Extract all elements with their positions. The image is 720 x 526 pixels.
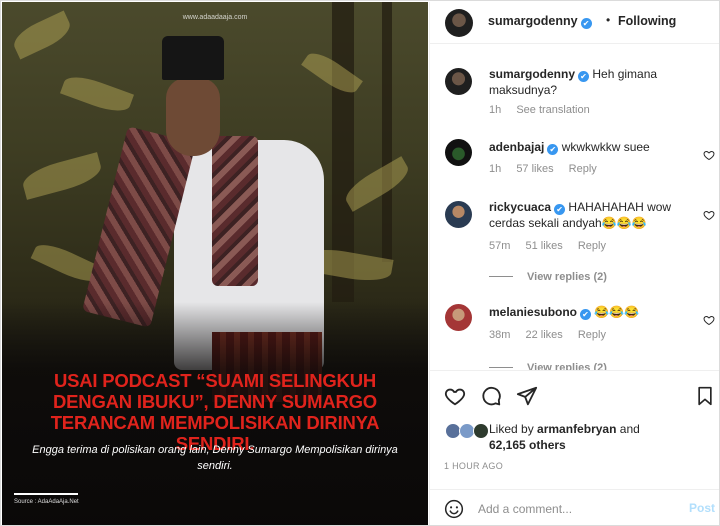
view-replies-button[interactable]: View replies (2) <box>489 271 607 283</box>
replies-dash <box>489 276 513 277</box>
instagram-post-window: www.adaadaaja.com USAI PODCAST “SUAMI SE… <box>0 0 720 526</box>
emoji-icon[interactable] <box>444 499 464 519</box>
add-comment-bar: Post <box>430 489 719 525</box>
leaf <box>19 152 105 200</box>
comment-meta: 1h See translation <box>489 104 602 116</box>
comment-likes[interactable]: 22 likes <box>525 329 562 341</box>
peci-hat <box>162 36 224 80</box>
heart-icon[interactable] <box>703 149 715 161</box>
share-icon[interactable] <box>516 385 538 407</box>
following-button[interactable]: Following <box>618 14 676 28</box>
comment-meta: 38m 22 likes Reply <box>489 329 618 341</box>
verified-badge-icon: ✔ <box>554 204 566 215</box>
leaf <box>60 70 134 118</box>
comment-body: adenbajaj ✔ wkwkwkkw suee <box>489 139 689 155</box>
comment-time: 38m <box>489 329 511 341</box>
avatar[interactable] <box>445 201 472 228</box>
liked-by-user[interactable]: armanfebryan <box>537 422 616 436</box>
comment-text: wkwkwkkw suee <box>561 140 650 154</box>
comment-time: 1h <box>489 104 502 116</box>
header-username[interactable]: sumargodenny ✔ <box>488 14 592 29</box>
verified-badge-icon: ✔ <box>578 71 590 82</box>
separator-dot: • <box>606 13 611 27</box>
comment-username[interactable]: sumargodenny <box>489 67 575 81</box>
reply-button[interactable]: Reply <box>578 240 606 252</box>
image-subline: Engga terima di polisikan orang lain, De… <box>32 444 398 472</box>
comment-username[interactable]: adenbajaj <box>489 140 544 154</box>
comment-icon[interactable] <box>480 385 502 407</box>
replies-dash <box>489 367 513 368</box>
verified-badge-icon: ✔ <box>580 309 592 320</box>
comment-input[interactable] <box>478 499 678 519</box>
post-actions: Liked by armanfebryan and 62,165 others … <box>430 370 719 479</box>
comment-likes[interactable]: 51 likes <box>525 240 562 252</box>
avatar[interactable] <box>445 68 472 95</box>
liker-avatar[interactable] <box>473 423 489 439</box>
post-comment-button[interactable]: Post <box>689 501 715 515</box>
comment-meta: 1h 57 likes Reply <box>489 163 609 175</box>
comment-time: 57m <box>489 240 511 252</box>
verified-badge-icon: ✔ <box>547 144 559 155</box>
face <box>166 78 220 156</box>
comment-meta: 57m 51 likes Reply <box>489 240 618 252</box>
view-replies-button[interactable]: View replies (2) <box>489 362 607 370</box>
bookmark-icon[interactable] <box>695 385 715 407</box>
comment-body: sumargodenny ✔ Heh gimana maksudnya? <box>489 66 689 98</box>
post-side-panel: sumargodenny ✔ • Following sumargodenny ✔ … <box>429 2 719 525</box>
comment-username[interactable]: rickycuaca <box>489 200 551 214</box>
likes-count[interactable]: 62,165 others <box>489 438 566 452</box>
source-divider <box>14 493 78 495</box>
avatar[interactable] <box>445 304 472 331</box>
comment-time: 1h <box>489 163 502 175</box>
comments-list[interactable]: sumargodenny ✔ Heh gimana maksudnya? 1h S… <box>430 45 719 370</box>
reply-button[interactable]: Reply <box>578 329 606 341</box>
comment-text: 😂😂😂 <box>594 305 640 319</box>
post-image[interactable]: www.adaadaaja.com USAI PODCAST “SUAMI SE… <box>2 2 428 525</box>
liked-by-summary: Liked by armanfebryan and 62,165 others <box>489 422 640 452</box>
heart-icon[interactable] <box>703 314 715 326</box>
verified-badge-icon: ✔ <box>580 18 592 29</box>
reply-button[interactable]: Reply <box>569 163 597 175</box>
avatar[interactable] <box>445 139 472 166</box>
comment-body: rickycuaca ✔ HAHAHAHAH wow cerdas sekali … <box>489 199 689 231</box>
post-header: sumargodenny ✔ • Following <box>430 2 719 44</box>
avatar[interactable] <box>445 9 473 37</box>
heart-icon[interactable] <box>703 209 715 221</box>
image-source: Source : AdaAdaAja.Net <box>14 499 79 505</box>
comment-body: melaniesubono ✔ 😂😂😂 <box>489 304 689 320</box>
comment-username[interactable]: melaniesubono <box>489 305 577 319</box>
tree-trunk <box>382 2 392 262</box>
like-heart-icon[interactable] <box>444 385 466 407</box>
plaid-scarf <box>212 136 258 286</box>
comment-likes[interactable]: 57 likes <box>516 163 553 175</box>
post-timestamp[interactable]: 1 HOUR AGO <box>444 461 503 471</box>
see-translation-link[interactable]: See translation <box>516 104 589 116</box>
image-watermark: www.adaadaaja.com <box>182 14 248 21</box>
